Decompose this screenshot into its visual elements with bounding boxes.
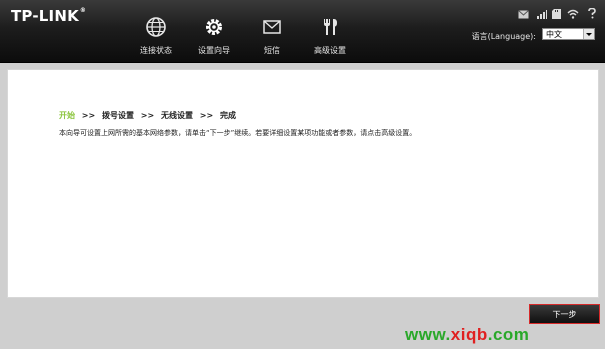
nav-sms[interactable]: 短信	[242, 16, 302, 56]
nav-connection-status[interactable]: 连接状态	[126, 16, 186, 56]
step-separator: >>	[81, 111, 96, 120]
site-watermark: www.xiqb.com	[405, 325, 530, 344]
step-wireless-settings: 无线设置	[161, 111, 193, 120]
wizard-steps: 开始 >> 拨号设置 >> 无线设置 >> 完成	[59, 110, 236, 121]
nav-label: 高级设置	[314, 46, 346, 55]
step-dial-settings: 拨号设置	[102, 111, 134, 120]
nav-label: 设置向导	[198, 46, 230, 55]
wizard-panel: 开始 >> 拨号设置 >> 无线设置 >> 完成 本向导可设置上网所需的基本网络…	[7, 69, 599, 298]
tp-link-logo: TP-LINK®	[11, 7, 87, 25]
gear-icon	[206, 19, 222, 35]
mail-icon[interactable]	[518, 4, 529, 23]
sd-card-icon	[552, 4, 561, 23]
tools-icon	[324, 19, 337, 35]
language-dropdown[interactable]: 中文	[542, 28, 595, 40]
language-value: 中文	[546, 30, 562, 39]
next-button[interactable]: 下一步	[529, 304, 600, 324]
signal-icon	[537, 4, 547, 23]
help-icon[interactable]	[587, 4, 597, 23]
step-separator: >>	[199, 111, 214, 120]
nav-label: 短信	[264, 46, 280, 55]
wifi-icon	[567, 4, 579, 23]
step-start: 开始	[59, 111, 75, 120]
top-header: TP-LINK® 连接状态 设置向导 短信 高级设置 语言(Language):…	[0, 0, 605, 63]
language-label: 语言(Language):	[471, 32, 536, 41]
nav-advanced-settings[interactable]: 高级设置	[300, 16, 360, 56]
step-separator: >>	[140, 111, 155, 120]
step-finish: 完成	[220, 111, 236, 120]
globe-icon	[146, 17, 166, 37]
chevron-down-icon	[583, 29, 594, 39]
wizard-description: 本向导可设置上网所需的基本网络参数，请单击“下一步”继续。若要详细设置某项功能或…	[59, 129, 417, 137]
nav-label: 连接状态	[140, 46, 172, 55]
envelope-icon	[263, 20, 281, 34]
nav-setup-wizard[interactable]: 设置向导	[184, 16, 244, 56]
